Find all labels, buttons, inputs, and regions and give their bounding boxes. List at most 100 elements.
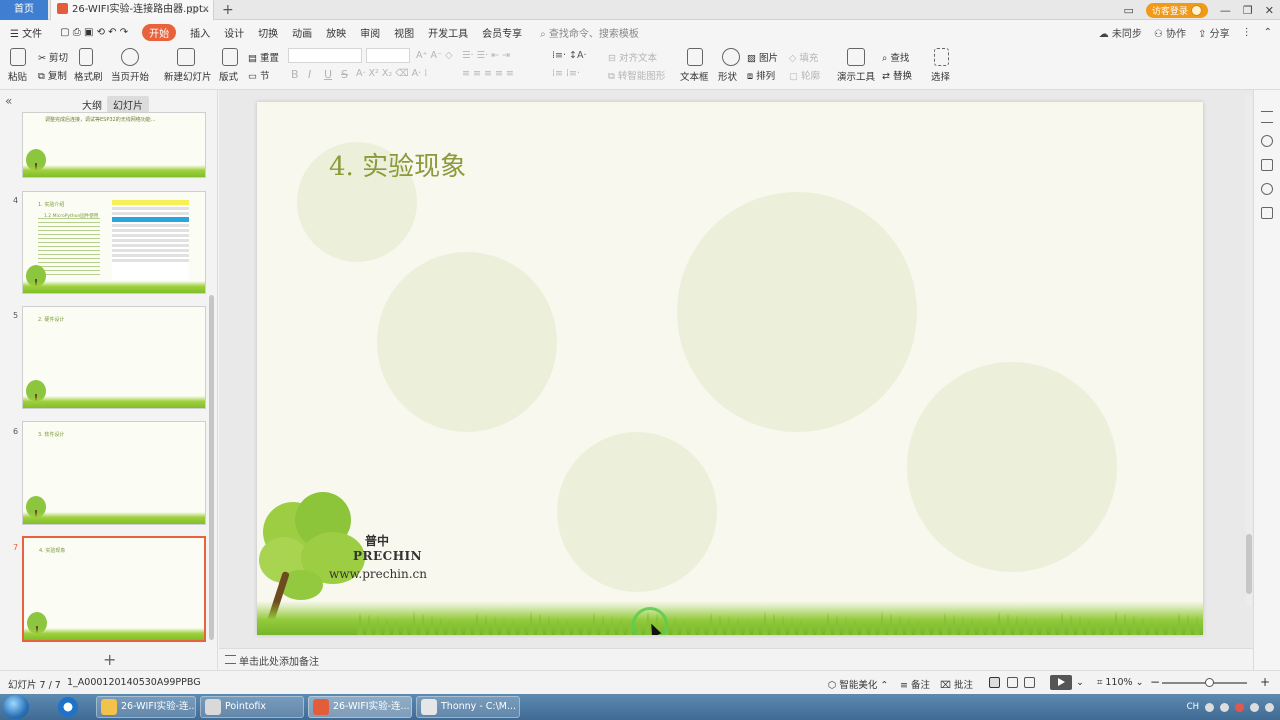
collaborate-button[interactable]: ⚇ 协作 (1154, 25, 1186, 40)
smart-art-button[interactable]: ⧉ 转智能图形 (608, 68, 665, 82)
ribbon-collapse-icon[interactable]: ⌃ (1264, 27, 1272, 38)
smart-beautify-button[interactable]: ⬡ 智能美化 ⌃ (828, 677, 888, 691)
tab-developer[interactable]: 开发工具 (428, 25, 468, 40)
text-effects-icons[interactable]: A· X² X₂ ⌫ A· ⁞ (356, 68, 427, 79)
zoom-slider-knob[interactable] (1205, 678, 1214, 687)
align-buttons[interactable]: ≡ ≡ ≡ ≡ ≡ (462, 68, 514, 79)
book-icon[interactable]: ▭ (1123, 4, 1133, 17)
line-spacing-button[interactable]: ⁞≡· ↕A· (552, 50, 587, 61)
replace-button[interactable]: ⇄ 替换 (882, 68, 912, 82)
find-button[interactable]: ⌕ 查找 (882, 50, 909, 64)
presentation-tools-button[interactable]: 演示工具 (837, 69, 875, 83)
new-slide-button[interactable]: 新建幻灯片 (164, 69, 212, 83)
notes-placeholder[interactable]: 单击此处添加备注 (239, 653, 319, 668)
paste-button[interactable]: 粘贴 (8, 69, 27, 83)
slide-thumbnail-6[interactable]: 3. 软件设计 (22, 421, 206, 525)
slide-thumbnail-4[interactable]: 1. 实验介绍 1.2 MicroPython固件使用 (22, 191, 206, 294)
comments-toggle-button[interactable]: ⌧ 批注 (940, 677, 973, 691)
guest-login-button[interactable]: 访客登录 (1145, 2, 1208, 18)
zoom-level[interactable]: ⌗ 110% ⌄ (1097, 677, 1144, 688)
sync-status[interactable]: ☁ 未同步 (1099, 25, 1142, 40)
tab-design[interactable]: 设计 (224, 25, 244, 40)
transition-icon[interactable] (1261, 159, 1273, 171)
slide-thumbnail-5[interactable]: 2. 硬件设计 (22, 306, 206, 409)
zoom-out-button[interactable]: − (1150, 675, 1160, 689)
tab-review[interactable]: 审阅 (360, 25, 380, 40)
start-button[interactable] (3, 695, 29, 719)
format-painter-button[interactable]: 格式刷 (74, 69, 103, 83)
browser-icon[interactable] (58, 697, 78, 717)
list-buttons[interactable]: ☰· ☰· ⇤ ⇥ (462, 50, 510, 61)
taskbar-pointofix[interactable]: Pointofix (200, 696, 304, 718)
input-language[interactable]: CH (1187, 702, 1199, 712)
reading-view-icon[interactable] (1024, 677, 1035, 688)
volume-icon[interactable] (1265, 702, 1274, 712)
tab-view[interactable]: 视图 (394, 25, 414, 40)
underline-button[interactable]: U (324, 68, 332, 81)
notes-pane[interactable]: 单击此处添加备注 (219, 648, 1253, 670)
settings-icon[interactable] (1261, 207, 1273, 219)
slide-sorter-icon[interactable] (1007, 677, 1018, 688)
quick-access-icons[interactable]: ▢ ⎙ ▣ ⟲ ↶ ↷ (60, 27, 128, 38)
help-icon[interactable] (1261, 183, 1273, 195)
play-slideshow-button[interactable] (1050, 675, 1072, 690)
italic-button[interactable]: I (308, 68, 311, 81)
tray-icon[interactable] (1250, 702, 1259, 712)
tray-icon[interactable] (1205, 702, 1214, 712)
home-tab[interactable]: 首页 (0, 0, 48, 20)
font-family-select[interactable] (288, 48, 362, 63)
thumbnail-scrollbar[interactable] (209, 295, 214, 640)
tab-insert[interactable]: 插入 (190, 25, 210, 40)
reset-button[interactable]: ▤ 重置 (248, 50, 279, 64)
outline-button[interactable]: ▢ 轮廓 (789, 68, 820, 82)
copy-button[interactable]: ⧉ 复制 (38, 68, 67, 82)
add-slide-button[interactable]: + (103, 650, 116, 669)
tray-icon[interactable] (1220, 702, 1229, 712)
tab-restore-icon[interactable]: □ (189, 0, 198, 20)
minimize-icon[interactable]: — (1220, 4, 1231, 17)
more-icon[interactable]: ⋮ (1242, 27, 1252, 38)
file-menu[interactable]: ☰ 文件 (10, 25, 42, 40)
fill-button[interactable]: ◇ 填充 (789, 50, 818, 64)
layout-button[interactable]: 版式 (219, 69, 238, 83)
editor-scrollbar[interactable] (1246, 94, 1252, 606)
notes-toggle-button[interactable]: ≡ 备注 (900, 677, 930, 691)
cut-button[interactable]: ✂ 剪切 (38, 50, 68, 64)
align-text-button[interactable]: ⊟ 对齐文本 (608, 50, 657, 64)
zoom-in-button[interactable]: + (1260, 675, 1270, 689)
play-from-current-button[interactable]: 当页开始 (111, 69, 149, 83)
restore-icon[interactable]: ❐ (1243, 4, 1253, 17)
select-button[interactable]: 选择 (931, 69, 950, 83)
tab-member[interactable]: 会员专享 (482, 25, 522, 40)
normal-view-icon[interactable] (989, 677, 1000, 688)
property-icon[interactable] (1261, 111, 1273, 123)
pin-icon[interactable] (1261, 135, 1273, 147)
collapse-panel-icon[interactable]: « (5, 94, 12, 108)
arrange-button[interactable]: ⧈ 排列 (747, 68, 775, 82)
tab-home-ribbon[interactable]: 开始 (142, 23, 177, 41)
tray-icon[interactable] (1235, 702, 1244, 712)
slide-thumbnail-3[interactable]: 调整完成后连接，调试等ESP32的无线网络功能... (22, 112, 206, 178)
font-grow-shrink-icons[interactable]: A⁺ A⁻ ◇ (416, 50, 452, 61)
paragraph-buttons[interactable]: ⁞≡ ⁞≡· (552, 68, 580, 79)
bold-button[interactable]: B (291, 68, 299, 81)
textbox-button[interactable]: 文本框 (680, 69, 709, 83)
slides-tab[interactable]: 幻灯片 (107, 96, 149, 113)
taskbar-wps[interactable]: 26-WIFI实验-连... (308, 696, 412, 718)
close-icon[interactable]: ✕ (1265, 4, 1274, 17)
tab-animation[interactable]: 动画 (292, 25, 312, 40)
new-tab-button[interactable]: + (222, 0, 234, 20)
slide-thumbnail-7-selected[interactable]: 4. 实验现象 (22, 536, 206, 642)
tab-close-icon[interactable]: ✕ (202, 0, 210, 20)
font-size-select[interactable] (366, 48, 410, 63)
strikethrough-button[interactable]: S (341, 68, 348, 81)
slide-title[interactable]: 4. 实验现象 (329, 146, 466, 183)
tab-slideshow[interactable]: 放映 (326, 25, 346, 40)
taskbar-explorer[interactable]: 26-WIFI实验-连... (96, 696, 196, 718)
tab-transitions[interactable]: 切换 (258, 25, 278, 40)
section-button[interactable]: ▭ 节 (248, 68, 270, 82)
picture-button[interactable]: ▨ 图片 (747, 50, 778, 64)
document-tab[interactable]: 26-WIFI实验-连接路由器.pptx □ ✕ (50, 0, 214, 20)
slide-canvas[interactable]: 4. 实验现象 普中 PRECHIN www.prechin.cn (257, 102, 1203, 635)
play-dropdown-icon[interactable]: ⌄ (1076, 677, 1084, 688)
